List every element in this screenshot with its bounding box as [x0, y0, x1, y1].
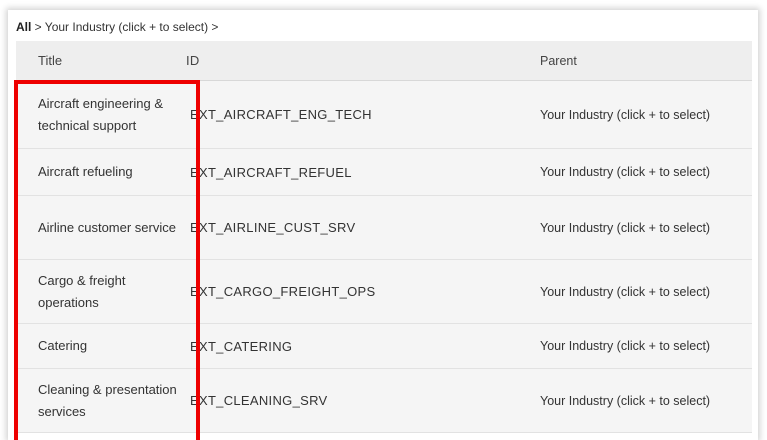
- row-id: EXT_CATERING: [190, 338, 293, 354]
- column-header-title[interactable]: Title: [16, 50, 186, 72]
- industry-table: Title ID Parent Aircraft engineering & t…: [16, 41, 752, 433]
- table-row[interactable]: Aircraft engineering & technical support…: [16, 81, 752, 149]
- table-row[interactable]: Cargo & freight operations EXT_CARGO_FRE…: [16, 260, 752, 324]
- table-row[interactable]: Cleaning & presentation services EXT_CLE…: [16, 369, 752, 433]
- breadcrumb-path: > Your Industry (click + to select) >: [31, 20, 219, 34]
- table-row[interactable]: Aircraft refueling EXT_AIRCRAFT_REFUEL Y…: [16, 149, 752, 196]
- breadcrumb: All > Your Industry (click + to select) …: [16, 18, 756, 36]
- column-header-parent[interactable]: Parent: [520, 54, 752, 68]
- row-id: EXT_AIRCRAFT_ENG_TECH: [190, 107, 372, 122]
- row-parent: Your Industry (click + to select): [540, 107, 711, 122]
- row-parent: Your Industry (click + to select): [540, 393, 711, 408]
- row-title: Aircraft engineering & technical support: [38, 95, 164, 133]
- row-title: Catering: [38, 338, 88, 353]
- column-header-id[interactable]: ID: [186, 53, 520, 68]
- table-row[interactable]: Catering EXT_CATERING Your Industry (cli…: [16, 324, 752, 369]
- row-parent: Your Industry (click + to select): [540, 165, 711, 179]
- row-id: EXT_CLEANING_SRV: [190, 393, 328, 408]
- table-row[interactable]: Airline customer service EXT_AIRLINE_CUS…: [16, 196, 752, 260]
- breadcrumb-root-link[interactable]: All: [16, 20, 31, 34]
- row-title: Cargo & freight operations: [38, 272, 126, 310]
- row-parent: Your Industry (click + to select): [540, 220, 711, 235]
- row-title: Aircraft refueling: [38, 164, 133, 179]
- row-id: EXT_AIRCRAFT_REFUEL: [190, 164, 352, 180]
- row-title: Cleaning & presentation services: [38, 381, 177, 419]
- row-parent: Your Industry (click + to select): [540, 284, 711, 299]
- row-id: EXT_AIRLINE_CUST_SRV: [190, 220, 356, 235]
- table-header: Title ID Parent: [16, 41, 752, 81]
- row-title: Airline customer service: [38, 219, 176, 235]
- row-id: EXT_CARGO_FREIGHT_OPS: [190, 284, 376, 299]
- row-parent: Your Industry (click + to select): [540, 339, 711, 353]
